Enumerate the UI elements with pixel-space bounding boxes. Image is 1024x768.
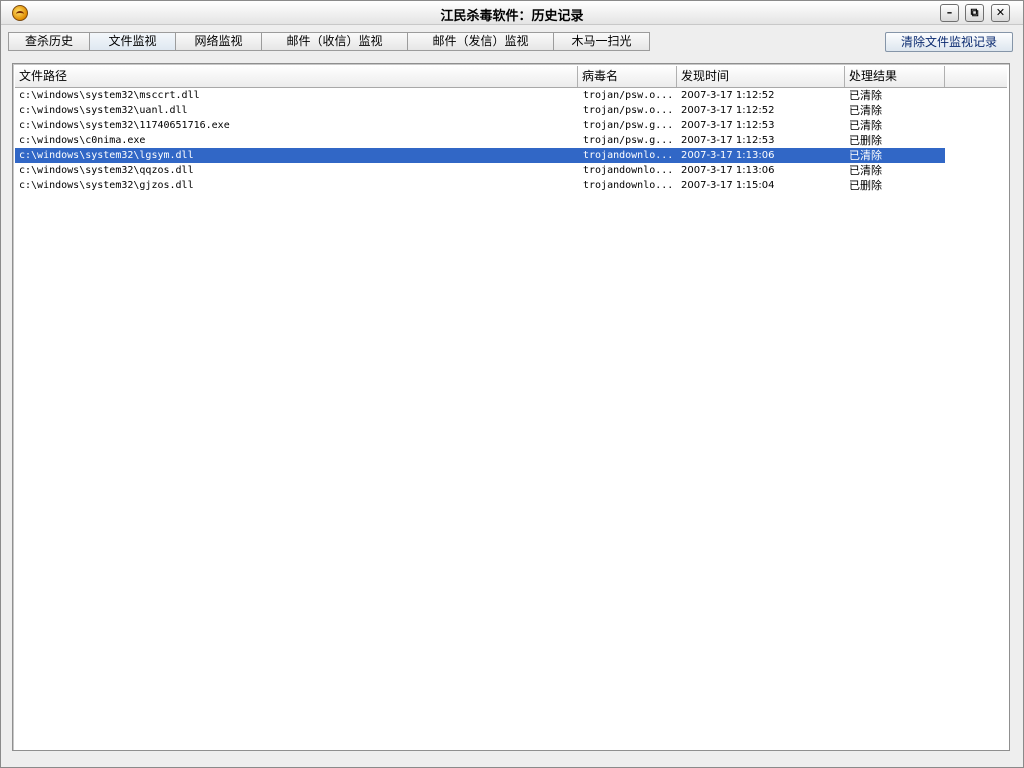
table-row[interactable]: c:\windows\c0nima.exe trojan/psw.g... 20… [15,133,945,148]
cell-result: 已清除 [849,164,882,177]
cell-time: 2007-3-17 1:12:52 [681,105,775,116]
cell-time: 2007-3-17 1:12:53 [681,120,775,131]
cell-time: 2007-3-17 1:13:06 [681,165,775,176]
close-button[interactable]: ✕ [991,4,1010,22]
table-row[interactable]: c:\windows\system32\gjzos.dll trojandown… [15,178,945,193]
cell-path: c:\windows\system32\lgsym.dll [19,150,194,161]
cell-path: c:\windows\system32\gjzos.dll [19,180,194,191]
cell-path: c:\windows\c0nima.exe [19,135,146,146]
cell-result: 已删除 [849,134,882,147]
cell-path: c:\windows\system32\11740651716.exe [19,120,230,131]
cell-result: 已删除 [849,179,882,192]
table-row[interactable]: c:\windows\system32\msccrt.dll trojan/ps… [15,88,945,103]
history-list[interactable]: 文件路径 病毒名 发现时间 处理结果 c:\windows\system32\m… [12,63,1010,751]
cell-result: 已清除 [849,89,882,102]
cell-virus: trojandownlo... [583,150,673,161]
minimize-button[interactable]: – [940,4,959,22]
cell-time: 2007-3-17 1:12:53 [681,135,775,146]
window-title: 江民杀毒软件：历史记录 [440,9,584,24]
cell-virus: trojan/psw.o... [583,90,673,101]
cell-path: c:\windows\system32\msccrt.dll [19,90,200,101]
tab-mail-receive-monitor[interactable]: 邮件（收信）监视 [262,32,408,51]
table-row[interactable]: c:\windows\system32\qqzos.dll trojandown… [15,163,945,178]
column-header-time[interactable]: 发现时间 [677,66,845,87]
title-bar[interactable]: 江民杀毒软件：历史记录 – ⧉ ✕ [1,1,1023,25]
table-row[interactable]: c:\windows\system32\11740651716.exe troj… [15,118,945,133]
cell-virus: trojan/psw.o... [583,105,673,116]
table-row-selected[interactable]: c:\windows\system32\lgsym.dll trojandown… [15,148,945,163]
cell-result: 已清除 [849,119,882,132]
tab-scan-history[interactable]: 查杀历史 [8,32,90,51]
tab-file-monitor[interactable]: 文件监视 [90,32,176,51]
cell-virus: trojandownlo... [583,180,673,191]
list-header: 文件路径 病毒名 发现时间 处理结果 [15,66,1007,88]
column-header-filler [945,66,1007,87]
cell-virus: trojan/psw.g... [583,135,673,146]
cell-path: c:\windows\system32\uanl.dll [19,105,188,116]
column-header-result[interactable]: 处理结果 [845,66,945,87]
cell-virus: trojandownlo... [583,165,673,176]
column-header-path[interactable]: 文件路径 [15,66,578,87]
restore-button[interactable]: ⧉ [965,4,984,22]
list-rows: c:\windows\system32\msccrt.dll trojan/ps… [15,88,1007,193]
tab-network-monitor[interactable]: 网络监视 [176,32,262,51]
table-row[interactable]: c:\windows\system32\uanl.dll trojan/psw.… [15,103,945,118]
cell-time: 2007-3-17 1:12:52 [681,90,775,101]
tab-trojan-scan[interactable]: 木马一扫光 [554,32,650,51]
tab-mail-send-monitor[interactable]: 邮件（发信）监视 [408,32,554,51]
cell-time: 2007-3-17 1:13:06 [681,150,775,161]
column-header-virus[interactable]: 病毒名 [578,66,677,87]
cell-time: 2007-3-17 1:15:04 [681,180,775,191]
cell-virus: trojan/psw.g... [583,120,673,131]
cell-result: 已清除 [849,149,882,162]
cell-path: c:\windows\system32\qqzos.dll [19,165,194,176]
cell-result: 已清除 [849,104,882,117]
clear-file-monitor-log-button[interactable]: 清除文件监视记录 [885,32,1013,52]
main-window: 江民杀毒软件：历史记录 – ⧉ ✕ 查杀历史 文件监视 网络监视 邮件（收信）监… [0,0,1024,768]
